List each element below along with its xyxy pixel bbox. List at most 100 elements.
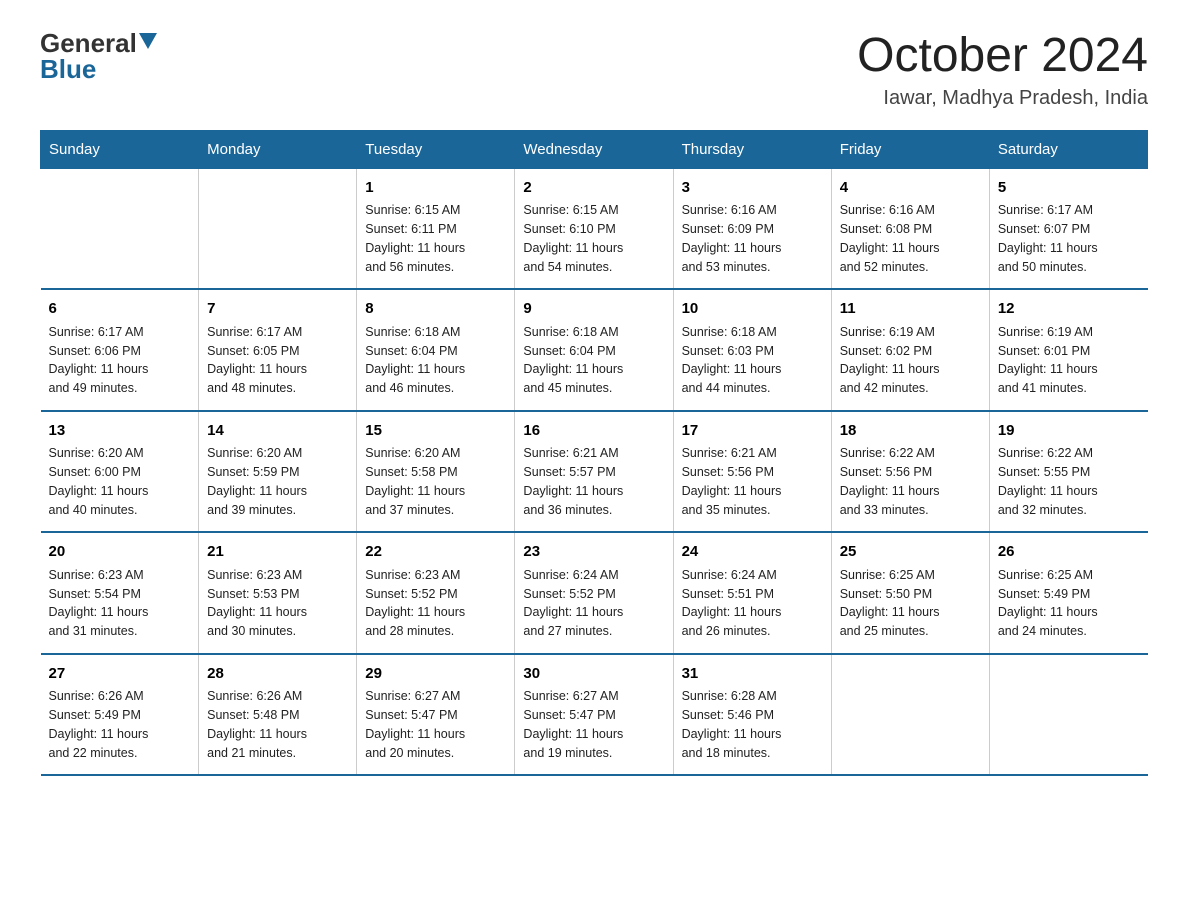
calendar-day-cell: 17Sunrise: 6:21 AMSunset: 5:56 PMDayligh… xyxy=(673,411,831,533)
calendar-week-row: 1Sunrise: 6:15 AMSunset: 6:11 PMDaylight… xyxy=(41,168,1148,289)
day-info: Sunrise: 6:17 AMSunset: 6:05 PMDaylight:… xyxy=(207,323,348,398)
day-info: Sunrise: 6:18 AMSunset: 6:04 PMDaylight:… xyxy=(523,323,664,398)
calendar-day-cell: 2Sunrise: 6:15 AMSunset: 6:10 PMDaylight… xyxy=(515,168,673,289)
day-number: 26 xyxy=(998,541,1140,564)
day-of-week-header: Monday xyxy=(199,130,357,168)
day-info: Sunrise: 6:22 AMSunset: 5:56 PMDaylight:… xyxy=(840,444,981,519)
calendar-day-cell: 23Sunrise: 6:24 AMSunset: 5:52 PMDayligh… xyxy=(515,532,673,654)
day-info: Sunrise: 6:19 AMSunset: 6:01 PMDaylight:… xyxy=(998,323,1140,398)
day-number: 15 xyxy=(365,420,506,443)
day-info: Sunrise: 6:21 AMSunset: 5:57 PMDaylight:… xyxy=(523,444,664,519)
day-info: Sunrise: 6:18 AMSunset: 6:03 PMDaylight:… xyxy=(682,323,823,398)
logo-arrow-icon xyxy=(139,33,157,51)
day-info: Sunrise: 6:23 AMSunset: 5:54 PMDaylight:… xyxy=(49,566,191,641)
day-number: 7 xyxy=(207,298,348,321)
day-info: Sunrise: 6:26 AMSunset: 5:48 PMDaylight:… xyxy=(207,687,348,762)
calendar-day-cell: 7Sunrise: 6:17 AMSunset: 6:05 PMDaylight… xyxy=(199,289,357,411)
day-info: Sunrise: 6:24 AMSunset: 5:52 PMDaylight:… xyxy=(523,566,664,641)
calendar-day-cell: 19Sunrise: 6:22 AMSunset: 5:55 PMDayligh… xyxy=(989,411,1147,533)
calendar-day-cell: 27Sunrise: 6:26 AMSunset: 5:49 PMDayligh… xyxy=(41,654,199,776)
calendar-day-cell: 21Sunrise: 6:23 AMSunset: 5:53 PMDayligh… xyxy=(199,532,357,654)
day-number: 23 xyxy=(523,541,664,564)
calendar-day-cell: 11Sunrise: 6:19 AMSunset: 6:02 PMDayligh… xyxy=(831,289,989,411)
location-title: Iawar, Madhya Pradesh, India xyxy=(857,87,1148,110)
day-info: Sunrise: 6:20 AMSunset: 6:00 PMDaylight:… xyxy=(49,444,191,519)
calendar-day-cell: 14Sunrise: 6:20 AMSunset: 5:59 PMDayligh… xyxy=(199,411,357,533)
day-info: Sunrise: 6:26 AMSunset: 5:49 PMDaylight:… xyxy=(49,687,191,762)
day-info: Sunrise: 6:22 AMSunset: 5:55 PMDaylight:… xyxy=(998,444,1140,519)
calendar-week-row: 27Sunrise: 6:26 AMSunset: 5:49 PMDayligh… xyxy=(41,654,1148,776)
day-info: Sunrise: 6:28 AMSunset: 5:46 PMDaylight:… xyxy=(682,687,823,762)
calendar-week-row: 13Sunrise: 6:20 AMSunset: 6:00 PMDayligh… xyxy=(41,411,1148,533)
calendar-day-cell: 9Sunrise: 6:18 AMSunset: 6:04 PMDaylight… xyxy=(515,289,673,411)
calendar-day-cell: 12Sunrise: 6:19 AMSunset: 6:01 PMDayligh… xyxy=(989,289,1147,411)
day-of-week-header: Sunday xyxy=(41,130,199,168)
day-number: 2 xyxy=(523,177,664,200)
day-info: Sunrise: 6:27 AMSunset: 5:47 PMDaylight:… xyxy=(523,687,664,762)
day-number: 17 xyxy=(682,420,823,443)
calendar-day-cell: 6Sunrise: 6:17 AMSunset: 6:06 PMDaylight… xyxy=(41,289,199,411)
day-number: 30 xyxy=(523,663,664,686)
day-number: 21 xyxy=(207,541,348,564)
calendar-day-cell: 8Sunrise: 6:18 AMSunset: 6:04 PMDaylight… xyxy=(357,289,515,411)
month-title: October 2024 xyxy=(857,30,1148,83)
calendar-week-row: 6Sunrise: 6:17 AMSunset: 6:06 PMDaylight… xyxy=(41,289,1148,411)
day-number: 29 xyxy=(365,663,506,686)
calendar-week-row: 20Sunrise: 6:23 AMSunset: 5:54 PMDayligh… xyxy=(41,532,1148,654)
calendar-day-cell: 18Sunrise: 6:22 AMSunset: 5:56 PMDayligh… xyxy=(831,411,989,533)
day-number: 5 xyxy=(998,177,1140,200)
day-info: Sunrise: 6:20 AMSunset: 5:58 PMDaylight:… xyxy=(365,444,506,519)
calendar-day-cell: 16Sunrise: 6:21 AMSunset: 5:57 PMDayligh… xyxy=(515,411,673,533)
day-number: 16 xyxy=(523,420,664,443)
day-number: 9 xyxy=(523,298,664,321)
day-number: 11 xyxy=(840,298,981,321)
title-area: October 2024 Iawar, Madhya Pradesh, Indi… xyxy=(857,30,1148,110)
calendar-day-cell: 31Sunrise: 6:28 AMSunset: 5:46 PMDayligh… xyxy=(673,654,831,776)
calendar-day-cell: 3Sunrise: 6:16 AMSunset: 6:09 PMDaylight… xyxy=(673,168,831,289)
day-number: 22 xyxy=(365,541,506,564)
day-number: 25 xyxy=(840,541,981,564)
calendar-day-cell: 4Sunrise: 6:16 AMSunset: 6:08 PMDaylight… xyxy=(831,168,989,289)
calendar-day-cell: 24Sunrise: 6:24 AMSunset: 5:51 PMDayligh… xyxy=(673,532,831,654)
calendar-day-cell: 30Sunrise: 6:27 AMSunset: 5:47 PMDayligh… xyxy=(515,654,673,776)
calendar-day-cell xyxy=(41,168,199,289)
day-of-week-header: Tuesday xyxy=(357,130,515,168)
day-info: Sunrise: 6:27 AMSunset: 5:47 PMDaylight:… xyxy=(365,687,506,762)
day-info: Sunrise: 6:25 AMSunset: 5:50 PMDaylight:… xyxy=(840,566,981,641)
calendar-day-cell: 1Sunrise: 6:15 AMSunset: 6:11 PMDaylight… xyxy=(357,168,515,289)
header: General Blue October 2024 Iawar, Madhya … xyxy=(40,30,1148,110)
calendar-day-cell: 26Sunrise: 6:25 AMSunset: 5:49 PMDayligh… xyxy=(989,532,1147,654)
day-info: Sunrise: 6:17 AMSunset: 6:06 PMDaylight:… xyxy=(49,323,191,398)
day-info: Sunrise: 6:21 AMSunset: 5:56 PMDaylight:… xyxy=(682,444,823,519)
day-number: 3 xyxy=(682,177,823,200)
day-info: Sunrise: 6:17 AMSunset: 6:07 PMDaylight:… xyxy=(998,201,1140,276)
calendar-day-cell: 13Sunrise: 6:20 AMSunset: 6:00 PMDayligh… xyxy=(41,411,199,533)
logo-general-text: General xyxy=(40,30,137,56)
day-info: Sunrise: 6:23 AMSunset: 5:52 PMDaylight:… xyxy=(365,566,506,641)
day-number: 8 xyxy=(365,298,506,321)
calendar-day-cell xyxy=(199,168,357,289)
day-info: Sunrise: 6:18 AMSunset: 6:04 PMDaylight:… xyxy=(365,323,506,398)
day-info: Sunrise: 6:20 AMSunset: 5:59 PMDaylight:… xyxy=(207,444,348,519)
calendar-day-cell: 5Sunrise: 6:17 AMSunset: 6:07 PMDaylight… xyxy=(989,168,1147,289)
day-number: 28 xyxy=(207,663,348,686)
calendar-day-cell: 22Sunrise: 6:23 AMSunset: 5:52 PMDayligh… xyxy=(357,532,515,654)
day-of-week-header: Saturday xyxy=(989,130,1147,168)
day-of-week-header: Thursday xyxy=(673,130,831,168)
day-number: 12 xyxy=(998,298,1140,321)
calendar-table: SundayMondayTuesdayWednesdayThursdayFrid… xyxy=(40,130,1148,777)
day-number: 1 xyxy=(365,177,506,200)
day-number: 13 xyxy=(49,420,191,443)
day-info: Sunrise: 6:15 AMSunset: 6:10 PMDaylight:… xyxy=(523,201,664,276)
logo-blue-text: Blue xyxy=(40,56,96,82)
day-of-week-header: Friday xyxy=(831,130,989,168)
day-info: Sunrise: 6:23 AMSunset: 5:53 PMDaylight:… xyxy=(207,566,348,641)
calendar-day-cell: 29Sunrise: 6:27 AMSunset: 5:47 PMDayligh… xyxy=(357,654,515,776)
day-number: 14 xyxy=(207,420,348,443)
calendar-header-row: SundayMondayTuesdayWednesdayThursdayFrid… xyxy=(41,130,1148,168)
calendar-day-cell: 25Sunrise: 6:25 AMSunset: 5:50 PMDayligh… xyxy=(831,532,989,654)
day-number: 18 xyxy=(840,420,981,443)
day-number: 20 xyxy=(49,541,191,564)
day-info: Sunrise: 6:24 AMSunset: 5:51 PMDaylight:… xyxy=(682,566,823,641)
day-info: Sunrise: 6:16 AMSunset: 6:09 PMDaylight:… xyxy=(682,201,823,276)
